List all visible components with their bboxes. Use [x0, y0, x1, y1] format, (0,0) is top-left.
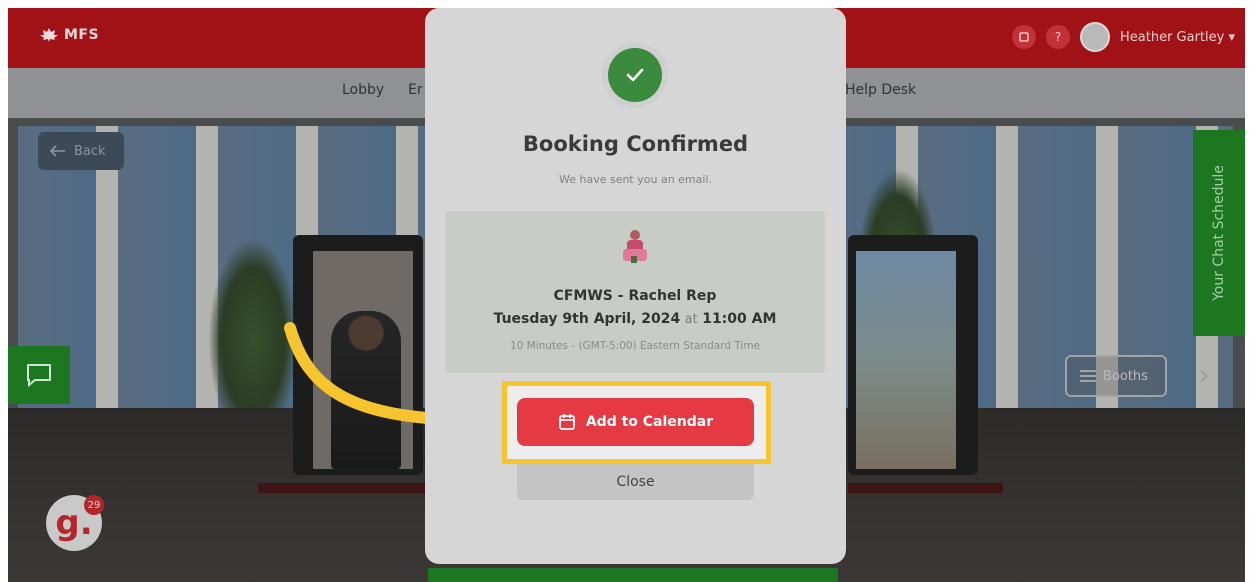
- success-indicator: [602, 42, 668, 108]
- app-frame: MFS ? Heather Gartley ▾ Lobby Er Help De…: [8, 8, 1245, 582]
- rep-name: CFMWS - Rachel Rep: [553, 288, 717, 304]
- booking-confirmed-dialog: Booking Confirmed We have sent you an em…: [425, 8, 846, 564]
- close-button[interactable]: Close: [517, 464, 754, 500]
- booking-at: at: [684, 312, 698, 327]
- booking-date: Tuesday 9th April, 2024: [493, 311, 681, 327]
- add-to-calendar-button[interactable]: Add to Calendar: [517, 398, 754, 446]
- add-to-calendar-label: Add to Calendar: [585, 414, 714, 430]
- booking-details-card: CFMWS - Rachel Rep Tuesday 9th April, 20…: [445, 211, 825, 373]
- dialog-title: Booking Confirmed: [522, 132, 749, 156]
- dialog-subtitle: We have sent you an email.: [558, 173, 712, 186]
- booking-time: 11:00 AM: [702, 311, 777, 327]
- rep-avatar-image: [623, 230, 647, 263]
- success-circle: [608, 48, 662, 102]
- calendar-icon: [558, 414, 575, 430]
- booking-datetime: Tuesday 9th April, 2024 at 11:00 AM: [445, 311, 825, 327]
- check-icon: [626, 68, 644, 82]
- booking-duration: 10 Minutes - (GMT-5:00) Eastern Standard…: [509, 340, 761, 352]
